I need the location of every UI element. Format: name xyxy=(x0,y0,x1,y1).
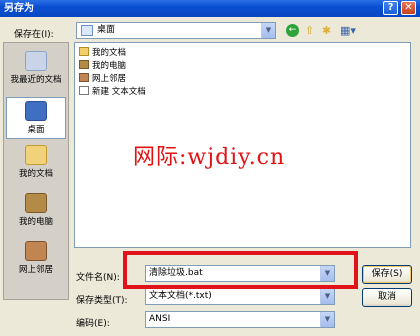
save-in-dropdown[interactable]: 桌面 ▼ xyxy=(76,22,276,39)
save-in-value: 桌面 xyxy=(97,25,116,35)
chevron-down-icon[interactable]: ▼ xyxy=(261,23,275,38)
place-label: 桌面 xyxy=(27,125,45,135)
close-button[interactable]: ✕ xyxy=(401,1,416,15)
watermark-text: 网际:wjdiy.cn xyxy=(133,145,286,170)
encoding-label: 编码(E): xyxy=(76,319,110,329)
place-desktop[interactable]: 桌面 xyxy=(6,97,66,139)
back-icon[interactable]: ← xyxy=(286,24,299,37)
file-list[interactable]: 我的文档 我的电脑 网上邻居 新建 文本文档 网际:wjdiy.cn xyxy=(74,42,411,248)
up-folder-icon[interactable]: ⇧ xyxy=(303,24,316,37)
my-computer-icon xyxy=(25,193,47,213)
window-title: 另存为 xyxy=(4,3,34,14)
computer-icon xyxy=(79,60,89,69)
save-in-label: 保存在(I): xyxy=(14,30,54,40)
place-label: 网上邻居 xyxy=(18,265,53,275)
place-label: 我的文档 xyxy=(18,169,53,179)
file-name: 我的文档 xyxy=(92,48,127,58)
list-item[interactable]: 我的文档 xyxy=(79,47,126,59)
my-docs-icon xyxy=(25,145,47,165)
save-button[interactable]: 保存(S) xyxy=(362,265,412,284)
encoding-value: ANSI xyxy=(149,314,171,324)
list-item[interactable]: 网上邻居 xyxy=(79,73,126,85)
places-bar: 我最近的文档 桌面 我的文档 我的电脑 网上邻居 xyxy=(3,42,69,300)
chevron-down-icon[interactable]: ▼ xyxy=(320,289,334,304)
network-icon xyxy=(25,241,47,261)
recent-docs-icon xyxy=(25,51,47,71)
folder-icon xyxy=(79,47,89,56)
chevron-down-icon[interactable]: ▼ xyxy=(320,312,334,327)
place-label: 我最近的文档 xyxy=(10,75,62,85)
file-name: 新建 文本文档 xyxy=(92,87,146,97)
text-file-icon xyxy=(79,86,89,95)
list-item[interactable]: 新建 文本文档 xyxy=(79,86,146,98)
file-name: 我的电脑 xyxy=(92,61,127,71)
place-my-computer[interactable]: 我的电脑 xyxy=(4,193,68,227)
place-label: 我的电脑 xyxy=(18,217,53,227)
place-recent-docs[interactable]: 我最近的文档 xyxy=(4,51,68,85)
place-my-docs[interactable]: 我的文档 xyxy=(4,145,68,179)
list-item[interactable]: 我的电脑 xyxy=(79,60,126,72)
desktop-folder-icon xyxy=(81,25,93,36)
desktop-icon xyxy=(25,101,47,121)
filename-label: 文件名(N): xyxy=(76,273,120,283)
highlight-box xyxy=(123,251,358,289)
new-folder-icon[interactable]: ✱ xyxy=(320,24,333,37)
file-name: 网上邻居 xyxy=(92,74,127,84)
help-button[interactable]: ? xyxy=(383,1,398,15)
filetype-dropdown[interactable]: 文本文档(*.txt) ▼ xyxy=(145,288,335,305)
title-bar: 另存为 xyxy=(0,0,420,17)
view-menu-icon[interactable]: ▦▾ xyxy=(338,24,358,37)
cancel-button[interactable]: 取消 xyxy=(362,288,412,307)
encoding-dropdown[interactable]: ANSI ▼ xyxy=(145,311,335,328)
filetype-value: 文本文档(*.txt) xyxy=(149,291,212,301)
filetype-label: 保存类型(T): xyxy=(76,296,128,306)
place-network[interactable]: 网上邻居 xyxy=(4,241,68,275)
network-icon xyxy=(79,73,89,82)
